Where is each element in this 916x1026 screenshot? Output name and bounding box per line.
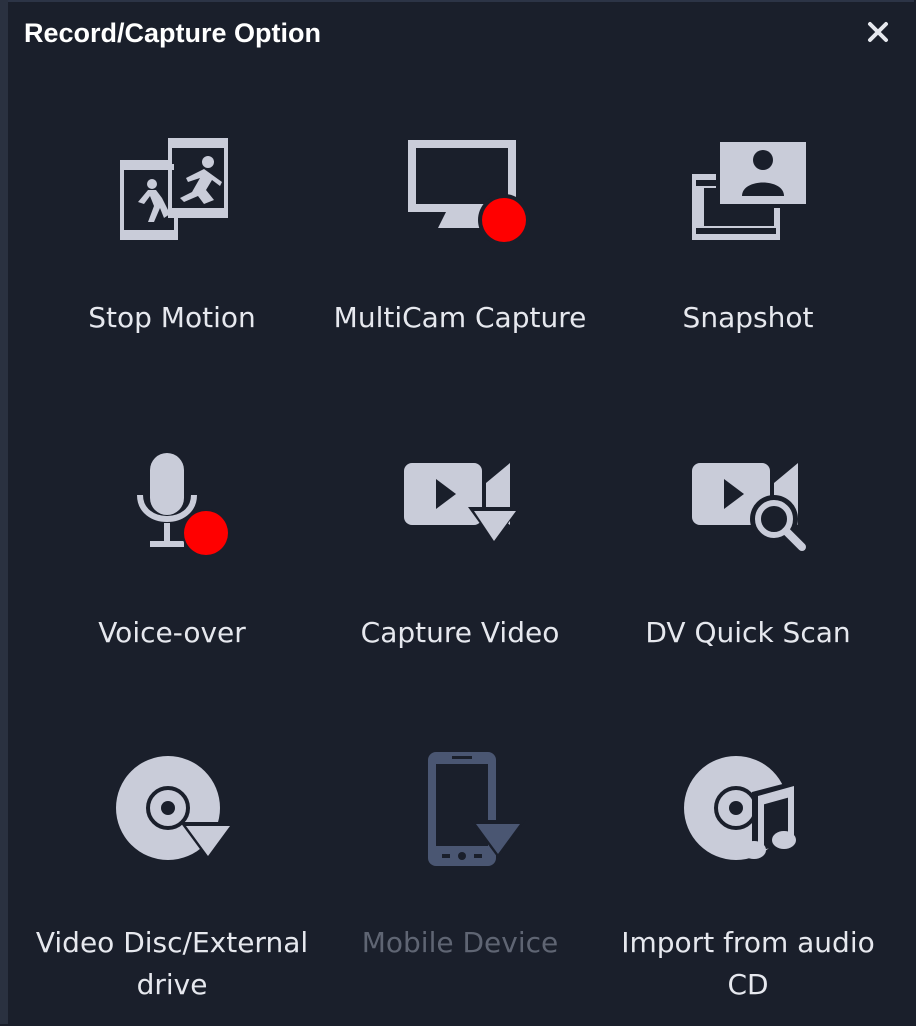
option-label: Import from audio CD xyxy=(621,926,875,1001)
option-multicam-capture[interactable]: MultiCam Capture xyxy=(310,92,610,392)
option-video-disc-external-drive[interactable]: Video Disc/External drive xyxy=(22,722,322,1022)
background-panel-edge xyxy=(0,0,8,1024)
option-dv-quick-scan[interactable]: DV Quick Scan xyxy=(598,407,898,707)
snapshot-icon xyxy=(692,138,810,240)
option-label: Mobile Device xyxy=(361,926,559,959)
options-grid: Stop Motion MultiCam Capture Snapshot Vo… xyxy=(8,2,914,1026)
mobile-download-icon xyxy=(428,752,526,866)
audio-cd-icon xyxy=(684,756,798,860)
option-label: Voice-over xyxy=(98,616,246,649)
dv-scan-icon xyxy=(692,463,806,551)
option-mobile-device[interactable]: Mobile Device xyxy=(310,722,610,1022)
record-capture-dialog: Record/Capture Option Stop Motion MultiC… xyxy=(8,0,914,1024)
disc-download-icon xyxy=(116,756,236,860)
option-label: Video Disc/External drive xyxy=(35,926,309,1001)
option-label: DV Quick Scan xyxy=(645,616,851,649)
microphone-record-icon xyxy=(137,453,230,557)
monitor-record-icon xyxy=(408,140,530,246)
option-label: MultiCam Capture xyxy=(333,301,587,334)
option-snapshot[interactable]: Snapshot xyxy=(598,92,898,392)
option-label: Capture Video xyxy=(360,616,560,649)
option-capture-video[interactable]: Capture Video xyxy=(310,407,610,707)
option-label: Stop Motion xyxy=(88,301,256,334)
option-stop-motion[interactable]: Stop Motion xyxy=(22,92,322,392)
option-label: Snapshot xyxy=(682,301,814,334)
option-voice-over[interactable]: Voice-over xyxy=(22,407,322,707)
capture-video-icon xyxy=(404,463,520,543)
option-import-audio-cd[interactable]: Import from audio CD xyxy=(598,722,898,1022)
stop-motion-icon xyxy=(120,138,228,240)
